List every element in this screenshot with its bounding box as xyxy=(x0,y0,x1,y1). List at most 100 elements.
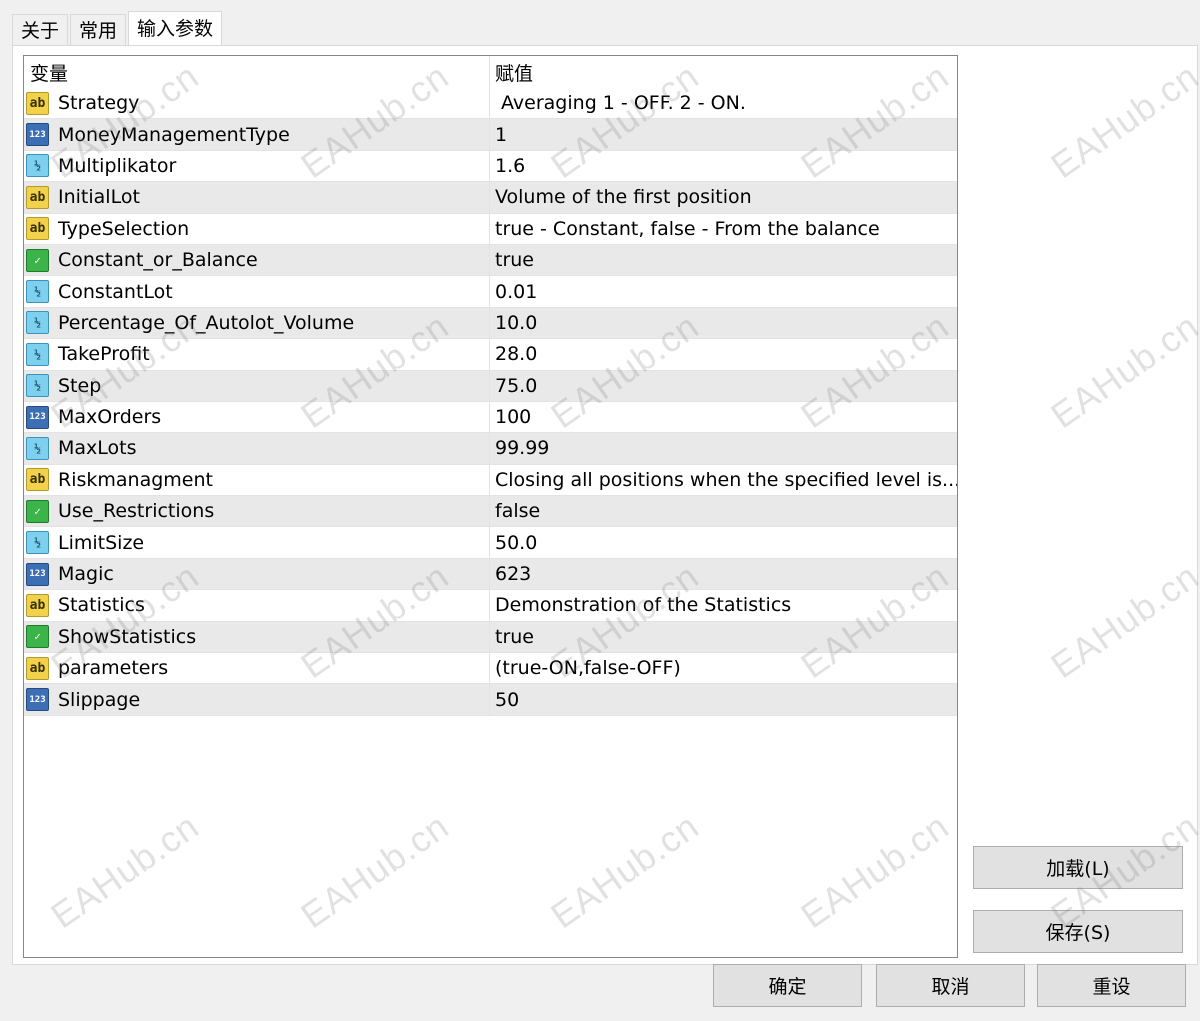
parameter-value-text: 1 xyxy=(495,123,508,146)
parameter-row[interactable]: ½ Percentage_Of_Autolot_Volume 10.0 xyxy=(24,307,957,340)
parameter-value-text: Averaging 1 - OFF. 2 - ON. xyxy=(495,92,746,115)
parameter-value-text: (true-ON,false-OFF) xyxy=(495,657,681,680)
tab-common[interactable]: 常用 xyxy=(70,14,127,46)
parameter-name-cell: ½ Step xyxy=(24,370,490,401)
parameter-name-cell: ab parameters xyxy=(24,653,490,684)
parameter-row[interactable]: ab Strategy Averaging 1 - OFF. 2 - ON. xyxy=(24,88,957,120)
parameter-value[interactable]: (true-ON,false-OFF) xyxy=(490,653,957,683)
parameter-name-cell: ✓ Use_Restrictions xyxy=(24,496,490,527)
integer-type-icon: 123 xyxy=(26,123,49,147)
parameter-name: MaxLots xyxy=(58,437,137,460)
parameter-name-cell: ✓ ShowStatistics xyxy=(24,621,490,653)
parameter-name-cell: ½ MaxLots xyxy=(24,433,490,464)
double-type-icon: ½ xyxy=(26,311,49,335)
parameter-name: parameters xyxy=(58,657,169,680)
string-type-icon: ab xyxy=(26,91,49,115)
tab-inputs[interactable]: 输入参数 xyxy=(128,11,223,47)
parameter-row[interactable]: ½ MaxLots 99.99 xyxy=(24,433,957,465)
parameter-value-text: 0.01 xyxy=(495,280,538,303)
parameter-value[interactable]: false xyxy=(490,496,957,526)
parameter-name: ShowStatistics xyxy=(58,625,197,648)
parameter-value[interactable]: 1 xyxy=(490,119,957,149)
bool-type-icon: ✓ xyxy=(26,625,49,649)
parameter-row[interactable]: 123 MaxOrders 100 xyxy=(24,401,957,434)
parameter-name-cell: ½ ConstantLot xyxy=(24,276,490,307)
parameter-row[interactable]: ✓ Use_Restrictions false xyxy=(24,496,957,528)
parameter-name-cell: 123 Magic xyxy=(24,558,490,590)
tab-about[interactable]: 关于 xyxy=(12,14,69,46)
parameter-value-text: 75.0 xyxy=(495,374,538,397)
parameter-row[interactable]: 123 Slippage 50 xyxy=(24,684,957,716)
save-button[interactable]: 保存(S) xyxy=(973,910,1183,953)
parameter-value[interactable]: Averaging 1 - OFF. 2 - ON. xyxy=(490,88,957,118)
parameter-name: Step xyxy=(58,374,102,397)
parameter-name: LimitSize xyxy=(58,531,145,554)
string-type-icon: ab xyxy=(26,217,49,241)
parameter-row[interactable]: ab parameters (true-ON,false-OFF) xyxy=(24,653,957,685)
parameter-value-text: true - Constant, false - From the balanc… xyxy=(495,217,880,240)
reset-button[interactable]: 重设 xyxy=(1037,964,1186,1007)
column-header-value[interactable]: 赋值 xyxy=(490,56,957,88)
parameter-value[interactable]: true xyxy=(490,622,957,652)
cancel-button[interactable]: 取消 xyxy=(876,964,1025,1007)
parameter-name: TypeSelection xyxy=(58,217,190,240)
parameter-row[interactable]: ✓ Constant_or_Balance true xyxy=(24,244,957,277)
grid-rows: ab Strategy Averaging 1 - OFF. 2 - ON. 123… xyxy=(24,88,957,716)
parameter-name: ConstantLot xyxy=(58,280,173,303)
parameter-value[interactable]: Closing all positions when the specified… xyxy=(490,465,957,495)
parameter-row[interactable]: ab TypeSelection true - Constant, false - … xyxy=(24,213,957,245)
integer-type-icon: 123 xyxy=(26,562,49,586)
parameter-value[interactable]: Volume of the first position xyxy=(490,182,957,212)
parameter-value[interactable]: 75.0 xyxy=(490,371,957,401)
parameter-value[interactable]: 99.99 xyxy=(490,433,957,463)
parameter-name-cell: ½ Multiplikator xyxy=(24,150,490,182)
parameter-row[interactable]: ½ ConstantLot 0.01 xyxy=(24,276,957,308)
parameter-row[interactable]: ✓ ShowStatistics true xyxy=(24,621,957,654)
ok-button[interactable]: 确定 xyxy=(713,964,862,1007)
parameter-value[interactable]: 28.0 xyxy=(490,339,957,369)
parameter-row[interactable]: ½ TakeProfit 28.0 xyxy=(24,339,957,371)
parameter-value-text: 28.0 xyxy=(495,343,538,366)
parameter-row[interactable]: 123 Magic 623 xyxy=(24,558,957,591)
parameter-name-cell: ½ Percentage_Of_Autolot_Volume xyxy=(24,307,490,339)
string-type-icon: ab xyxy=(26,656,49,680)
parameter-name: Percentage_Of_Autolot_Volume xyxy=(58,311,355,334)
parameter-name: Riskmanagment xyxy=(58,468,213,491)
parameter-value[interactable]: true xyxy=(490,245,957,275)
parameter-value-text: true xyxy=(495,625,534,648)
parameter-value[interactable]: 50 xyxy=(490,684,957,714)
parameter-name: Statistics xyxy=(58,594,145,617)
string-type-icon: ab xyxy=(26,468,49,492)
bool-type-icon: ✓ xyxy=(26,499,49,523)
parameter-value[interactable]: 623 xyxy=(490,559,957,589)
parameter-row[interactable]: ½ Multiplikator 1.6 xyxy=(24,150,957,183)
parameter-name-cell: ab InitialLot xyxy=(24,182,490,213)
parameter-value-text: 623 xyxy=(495,563,532,586)
parameter-value[interactable]: Demonstration of the Statistics xyxy=(490,590,957,620)
parameter-value[interactable]: 50.0 xyxy=(490,527,957,557)
parameter-value[interactable]: 100 xyxy=(490,402,957,432)
parameter-row[interactable]: ½ Step 75.0 xyxy=(24,370,957,402)
string-type-icon: ab xyxy=(26,593,49,617)
parameter-value-text: 1.6 xyxy=(495,154,526,177)
parameter-name-cell: ab Strategy xyxy=(24,88,490,119)
parameter-row[interactable]: ½ LimitSize 50.0 xyxy=(24,527,957,559)
parameter-row[interactable]: 123 MoneyManagementType 1 xyxy=(24,119,957,151)
double-type-icon: ½ xyxy=(26,342,49,366)
parameter-row[interactable]: ab InitialLot Volume of the first position xyxy=(24,182,957,214)
parameters-grid: 变量 赋值 ab Strategy Averaging 1 - OFF. 2 - … xyxy=(23,55,958,958)
grid-header: 变量 赋值 xyxy=(24,56,957,88)
load-button[interactable]: 加载(L) xyxy=(973,846,1183,889)
parameter-value[interactable]: 10.0 xyxy=(490,308,957,338)
parameter-row[interactable]: ab Riskmanagment Closing all positions whe… xyxy=(24,464,957,497)
parameter-value[interactable]: 1.6 xyxy=(490,151,957,181)
parameter-row[interactable]: ab Statistics Demonstration of the Statist… xyxy=(24,590,957,622)
parameter-name: Multiplikator xyxy=(58,154,177,177)
column-header-variable[interactable]: 变量 xyxy=(24,56,490,88)
double-type-icon: ½ xyxy=(26,531,49,555)
parameter-value-text: Demonstration of the Statistics xyxy=(495,594,792,617)
parameter-value[interactable]: true - Constant, false - From the balanc… xyxy=(490,214,957,244)
double-type-icon: ½ xyxy=(26,436,49,460)
parameter-value[interactable]: 0.01 xyxy=(490,276,957,306)
parameter-name-cell: ab Statistics xyxy=(24,590,490,621)
